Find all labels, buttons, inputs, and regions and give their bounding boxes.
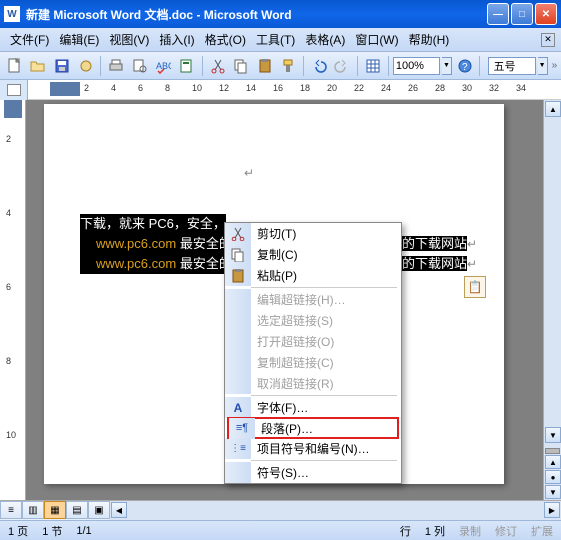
menu-edit[interactable]: 编辑(E) [55, 29, 103, 50]
permission-icon[interactable] [75, 55, 97, 77]
menu-help[interactable]: 帮助(H) [405, 29, 454, 50]
toolbar-overflow-icon[interactable]: » [552, 60, 558, 71]
vertical-scrollbar[interactable]: ▲ ▼ ▲ ● ▼ [543, 100, 561, 500]
spellcheck-icon[interactable]: ABC [153, 55, 175, 77]
menu-view[interactable]: 视图(V) [105, 29, 153, 50]
prev-page-icon[interactable]: ▲ [545, 455, 561, 469]
print-icon[interactable] [105, 55, 127, 77]
menu-cut[interactable]: 剪切(T) [225, 223, 401, 244]
window-title: 新建 Microsoft Word 文档.doc - Microsoft Wor… [26, 6, 487, 23]
standard-toolbar: ABC 100% ▼ ? 五号 ▼ » [0, 52, 561, 80]
minimize-button[interactable]: — [487, 3, 509, 25]
ruler-corner [0, 80, 28, 100]
copy-icon[interactable] [230, 55, 252, 77]
menu-window[interactable]: 窗口(W) [351, 29, 402, 50]
menu-paragraph[interactable]: ≡¶ 段落(P)… [227, 417, 399, 439]
undo-icon[interactable] [308, 55, 330, 77]
copy-icon [231, 248, 245, 262]
menu-remove-hyperlink: 取消超链接(R) [225, 373, 401, 394]
maximize-button[interactable]: □ [511, 3, 533, 25]
fontsize-field[interactable]: 五号 [488, 57, 535, 75]
table-icon[interactable] [362, 55, 384, 77]
split-handle[interactable] [545, 448, 560, 454]
context-menu: 剪切(T) 复制(C) 粘贴(P) 编辑超链接(H)… 选定超链接(S) 打开超… [224, 222, 402, 484]
menu-tools[interactable]: 工具(T) [252, 29, 299, 50]
normal-view-icon[interactable]: ≡ [0, 501, 22, 519]
scissors-icon [231, 227, 245, 241]
print-layout-icon[interactable]: ▦ [44, 501, 66, 519]
horizontal-scroll-area: ≡ ▥ ▦ ▤ ▣ ◀ ▶ [0, 500, 561, 520]
svg-text:?: ? [462, 62, 468, 73]
menu-format[interactable]: 格式(O) [201, 29, 250, 50]
browse-object-icon[interactable]: ● [545, 470, 561, 484]
menu-font[interactable]: A 字体(F)… [225, 397, 401, 418]
cut-icon[interactable] [207, 55, 229, 77]
status-page: 1 页 [8, 523, 28, 539]
title-bar: W 新建 Microsoft Word 文档.doc - Microsoft W… [0, 0, 561, 28]
zoom-dropdown-icon[interactable]: ▼ [442, 57, 452, 75]
paragraph-icon: ≡¶ [236, 422, 248, 434]
reading-view-icon[interactable]: ▣ [88, 501, 110, 519]
menu-bullets[interactable]: ⋮≡ 项目符号和编号(N)… [225, 438, 401, 459]
menu-edit-hyperlink: 编辑超链接(H)… [225, 289, 401, 310]
hyperlink-text[interactable]: www.pc6.com [96, 236, 176, 251]
menu-table[interactable]: 表格(A) [301, 29, 349, 50]
status-section: 1 节 [42, 523, 62, 539]
status-line: 行 [400, 523, 411, 539]
zoom-field[interactable]: 100% [393, 57, 440, 75]
close-button[interactable]: ✕ [535, 3, 557, 25]
next-page-icon[interactable]: ▼ [545, 485, 561, 499]
scroll-left-icon[interactable]: ◀ [111, 502, 127, 518]
new-doc-icon[interactable] [4, 55, 26, 77]
scroll-down-icon[interactable]: ▼ [545, 427, 561, 443]
status-bar: 1 页 1 节 1/1 行 1 列 录制 修订 扩展 [0, 520, 561, 540]
paste-icon[interactable] [254, 55, 276, 77]
status-pages: 1/1 [76, 525, 91, 537]
status-extend: 扩展 [531, 523, 553, 539]
paragraph-mark-icon: ↵ [244, 166, 254, 180]
selected-text: 下载，就来 PC6，安全， [80, 214, 226, 234]
redo-icon[interactable] [332, 55, 354, 77]
paste-options-icon[interactable]: 📋 [464, 276, 486, 298]
hyperlink-text[interactable]: www.pc6.com [96, 256, 176, 271]
menu-symbol[interactable]: 符号(S)… [225, 462, 401, 483]
save-icon[interactable] [51, 55, 73, 77]
paste-icon [231, 269, 245, 283]
outline-view-icon[interactable]: ▤ [66, 501, 88, 519]
menu-select-hyperlink: 选定超链接(S) [225, 310, 401, 331]
scroll-right-icon[interactable]: ▶ [544, 502, 560, 518]
horizontal-scrollbar[interactable]: ◀ ▶ [110, 501, 561, 520]
menu-copy-hyperlink: 复制超链接(C) [225, 352, 401, 373]
bullets-icon: ⋮≡ [230, 443, 246, 454]
menu-copy[interactable]: 复制(C) [225, 244, 401, 265]
app-icon: W [4, 6, 20, 22]
status-revisions: 修订 [495, 523, 517, 539]
format-painter-icon[interactable] [278, 55, 300, 77]
scroll-up-icon[interactable]: ▲ [545, 101, 561, 117]
fontsize-dropdown-icon[interactable]: ▼ [538, 57, 548, 75]
horizontal-ruler: 246810121416182022242628303234 [0, 80, 561, 100]
menu-open-hyperlink: 打开超链接(O) [225, 331, 401, 352]
status-record: 录制 [459, 523, 481, 539]
open-icon[interactable] [28, 55, 50, 77]
status-column: 1 列 [425, 523, 445, 539]
font-icon: A [234, 401, 243, 415]
print-preview-icon[interactable] [129, 55, 151, 77]
doc-close-button[interactable]: ✕ [541, 33, 555, 47]
research-icon[interactable] [176, 55, 198, 77]
menu-bar: 文件(F) 编辑(E) 视图(V) 插入(I) 格式(O) 工具(T) 表格(A… [0, 28, 561, 52]
menu-file[interactable]: 文件(F) [6, 29, 53, 50]
web-view-icon[interactable]: ▥ [22, 501, 44, 519]
menu-paste[interactable]: 粘贴(P) [225, 265, 401, 286]
help-icon[interactable]: ? [454, 55, 476, 77]
menu-insert[interactable]: 插入(I) [155, 29, 198, 50]
vertical-ruler: 246810 [0, 100, 26, 500]
